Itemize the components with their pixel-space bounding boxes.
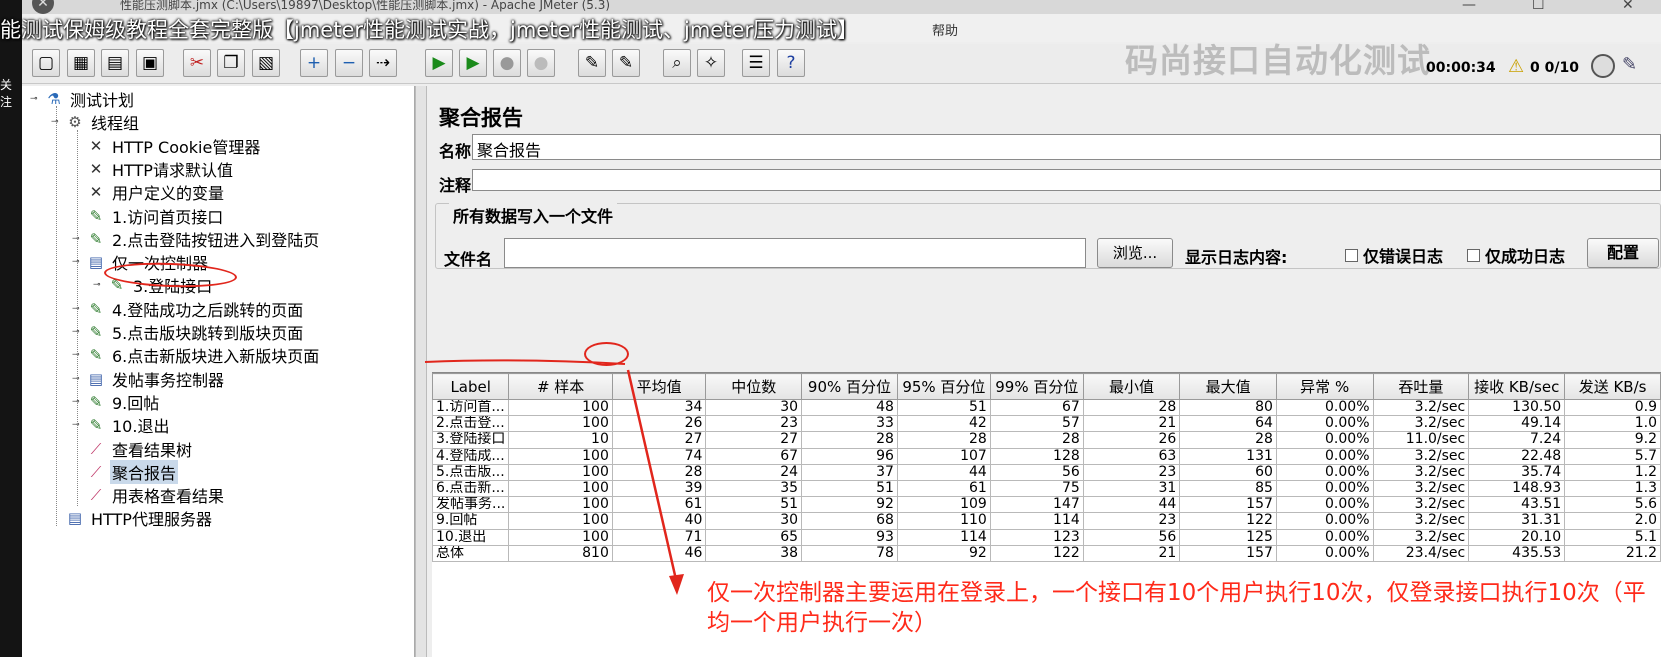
annotation-text: 仅一次控制器主要运用在登录上，一个接口有10个用户执行10次，仅登录接口执行10… (707, 580, 1646, 636)
jmeter-window: 性能压测脚本.jmx (C:\Users\19897\Desktop\性能压测脚… (0, 0, 1661, 657)
video-left-strip: 关注 (0, 0, 22, 657)
video-title: 能测试保姆级教程全套完整版【jmeter性能测试实战，jmeter性能测试、jm… (0, 18, 858, 42)
follow-text: 关注 (0, 78, 13, 109)
annotation-arrow (424, 359, 684, 595)
